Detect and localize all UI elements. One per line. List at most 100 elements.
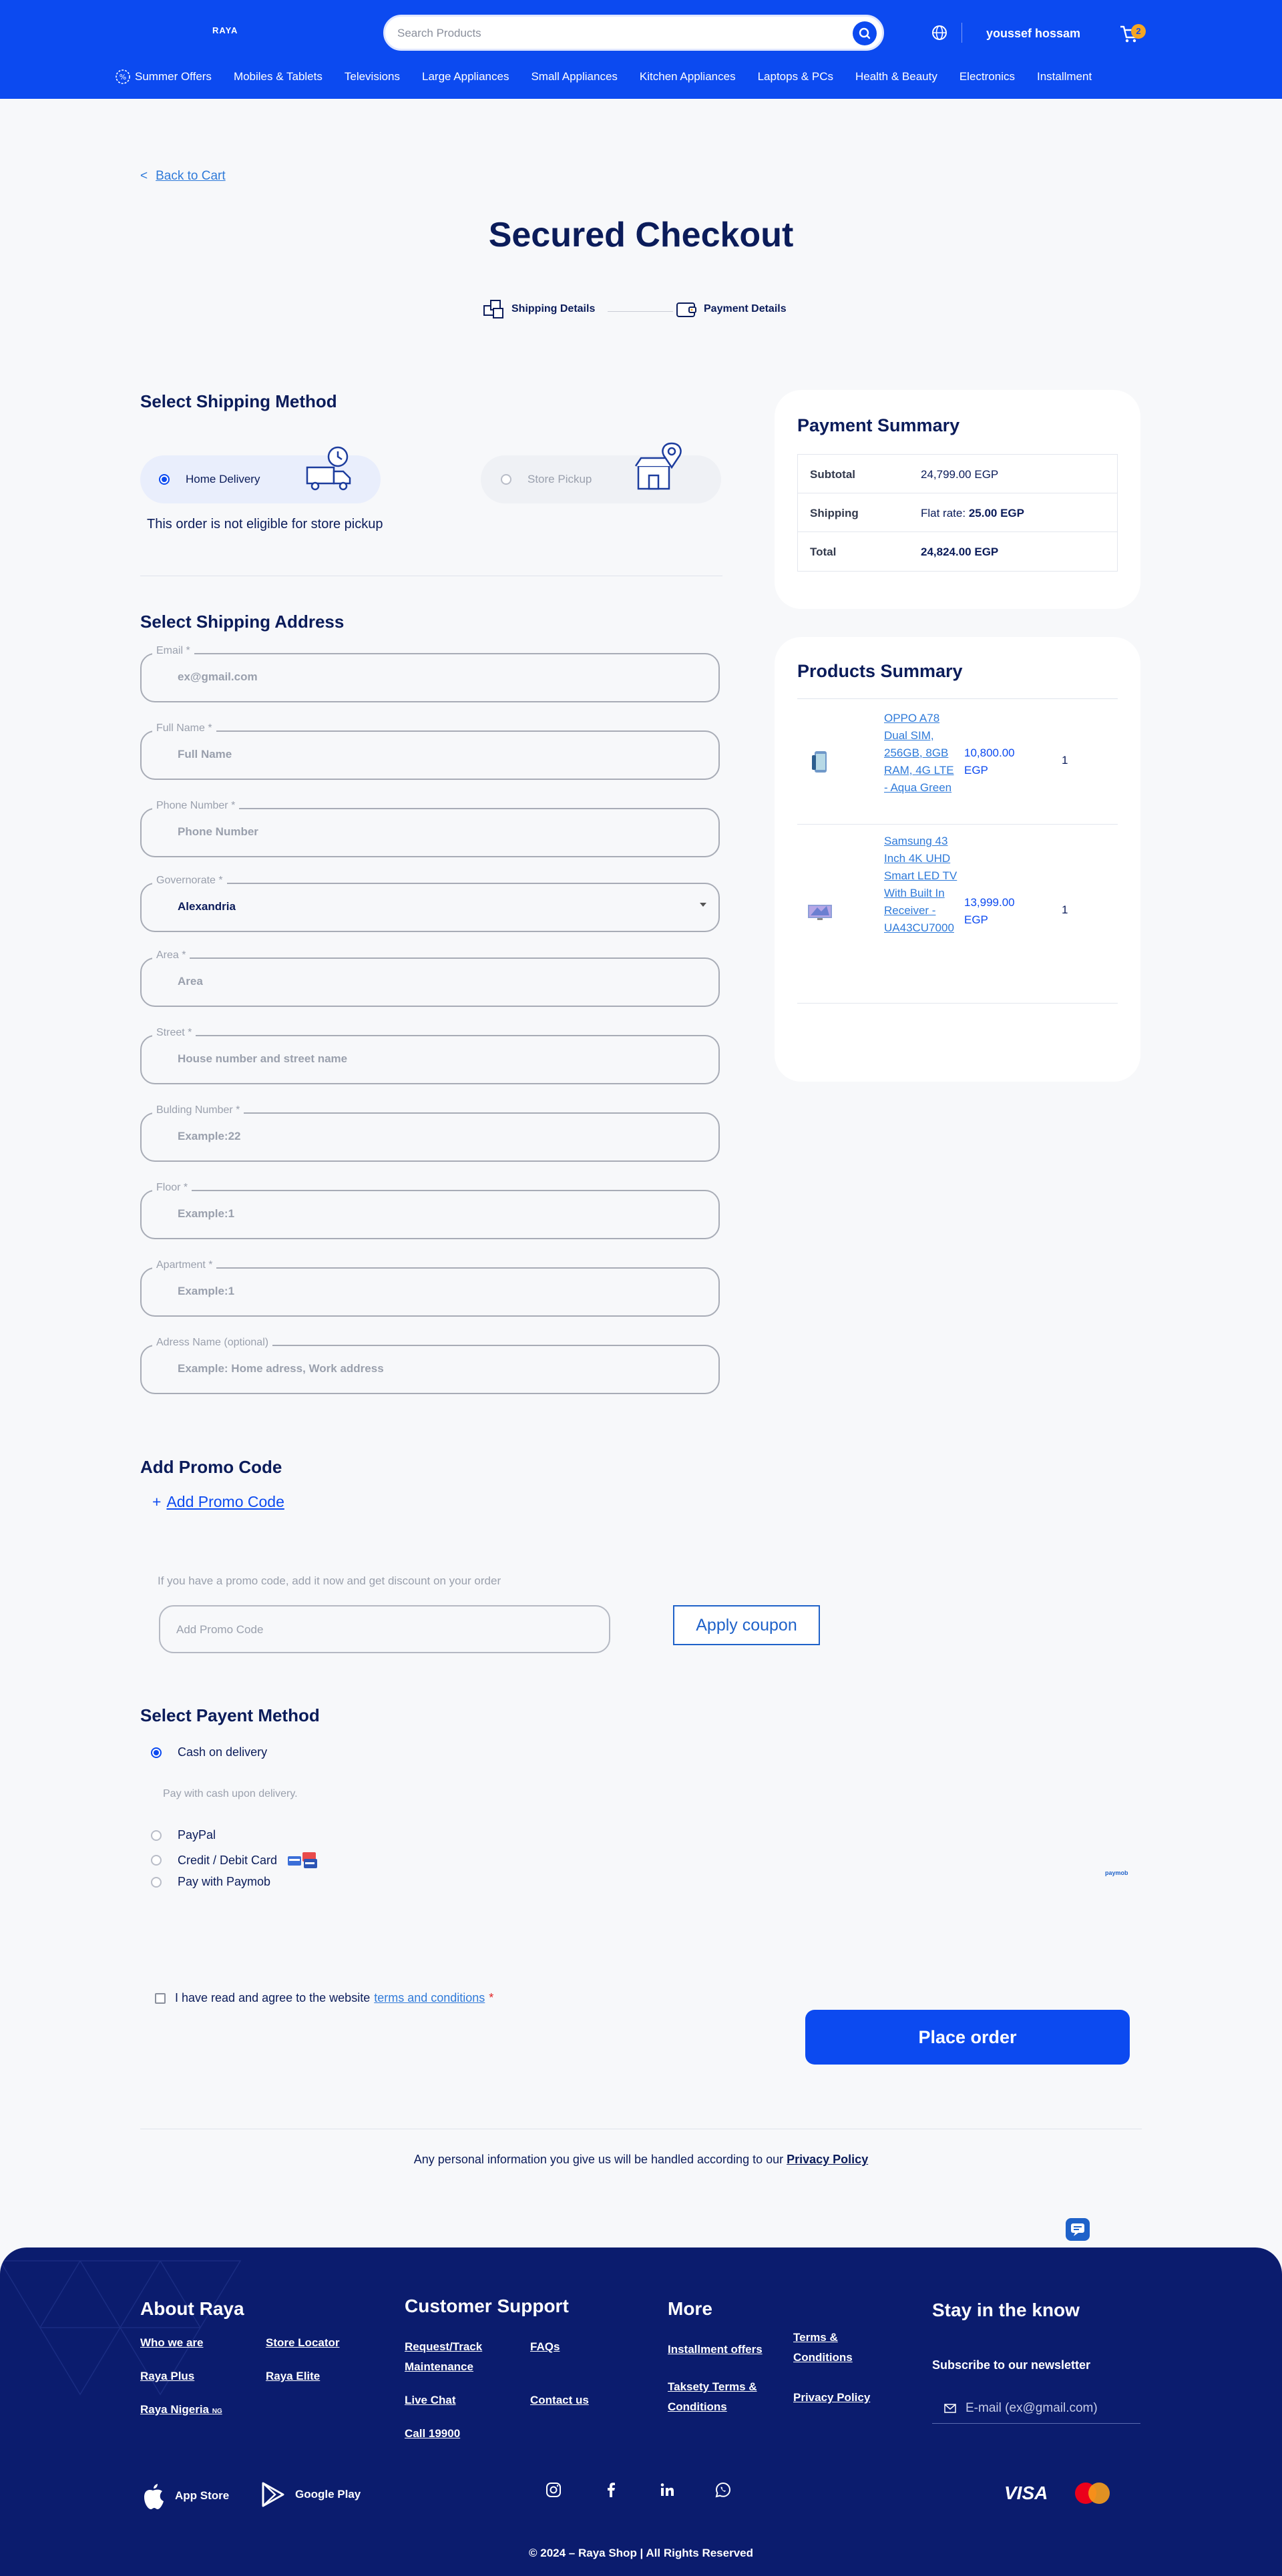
governorate-value: Alexandria: [178, 900, 236, 913]
area-input[interactable]: [140, 957, 720, 1007]
instagram-icon[interactable]: [545, 2481, 562, 2499]
full-name-placeholder: Full Name: [178, 748, 232, 761]
full-name-field: Full Name * Full Name: [140, 722, 720, 780]
svg-text:%: %: [120, 73, 126, 81]
street-field: Street * House number and street name: [140, 1027, 720, 1084]
whatsapp-icon[interactable]: [714, 2481, 732, 2499]
floor-placeholder: Example:1: [178, 1207, 235, 1220]
apply-coupon-button[interactable]: Apply coupon: [673, 1605, 820, 1645]
footer-privacy-policy-link[interactable]: Privacy Policy: [793, 2388, 870, 2408]
contact-us-link[interactable]: Contact us: [530, 2390, 589, 2410]
faqs-link[interactable]: FAQs: [530, 2337, 560, 2357]
paypal-radio[interactable]: [151, 1830, 162, 1841]
chevron-left-icon: <: [140, 169, 148, 183]
globe-icon[interactable]: [931, 24, 948, 41]
nav-installment[interactable]: Installment: [1037, 70, 1092, 83]
place-order-button[interactable]: Place order: [805, 2010, 1130, 2065]
linkedin-icon[interactable]: [658, 2481, 676, 2499]
floor-label: Floor *: [152, 1182, 192, 1194]
cash-on-delivery-option[interactable]: Cash on delivery: [151, 1745, 267, 1759]
add-promo-code-link[interactable]: + Add Promo Code: [152, 1493, 284, 1511]
paymob-option[interactable]: Pay with Paymob: [151, 1875, 270, 1889]
nav-label: Summer Offers: [135, 70, 212, 83]
newsletter-email-input[interactable]: [966, 2400, 1126, 2417]
building-number-placeholder: Example:22: [178, 1130, 241, 1142]
product-qty: 1: [1062, 754, 1068, 767]
about-raya-title: About Raya: [140, 2298, 244, 2319]
raya-elite-link[interactable]: Raya Elite: [266, 2366, 320, 2386]
search-input[interactable]: [397, 25, 825, 42]
privacy-notice: Any personal information you give us wil…: [0, 2153, 1282, 2167]
home-delivery-option[interactable]: Home Delivery: [140, 446, 381, 503]
apartment-field: Apartment * Example:1: [140, 1259, 720, 1317]
store-pickup-radio[interactable]: [501, 474, 511, 485]
live-chat-link[interactable]: Live Chat: [405, 2390, 456, 2410]
facebook-icon[interactable]: [602, 2481, 620, 2499]
promo-code-input[interactable]: [176, 1621, 577, 1639]
chat-icon: [1071, 2223, 1084, 2236]
product-image-tv[interactable]: [807, 898, 833, 925]
product-name-link[interactable]: Samsung 43 Inch 4K UHD Smart LED TV With…: [884, 833, 957, 937]
payment-summary-title: Payment Summary: [797, 415, 960, 435]
home-delivery-radio[interactable]: [159, 474, 170, 485]
nav-summer-offers[interactable]: % Summer Offers: [115, 69, 212, 85]
apartment-label: Apartment *: [152, 1259, 217, 1271]
nav-mobiles-tablets[interactable]: Mobiles & Tablets: [234, 70, 323, 83]
taksety-terms-link[interactable]: Taksety Terms & Conditions: [668, 2377, 775, 2417]
page-title: Secured Checkout: [488, 216, 794, 254]
area-placeholder: Area: [178, 975, 203, 988]
nav-large-appliances[interactable]: Large Appliances: [422, 70, 509, 83]
product-image-phone[interactable]: [807, 748, 833, 775]
product-name-link[interactable]: OPPO A78 Dual SIM, 256GB, 8GB RAM, 4G LT…: [884, 710, 957, 797]
paymob-radio[interactable]: [151, 1876, 162, 1888]
request-maintenance-link[interactable]: Request/Track Maintenance: [405, 2337, 505, 2377]
nav-electronics[interactable]: Electronics: [959, 70, 1015, 83]
shipping-amount: 25.00 EGP: [968, 507, 1024, 519]
required-marker: *: [489, 1991, 494, 2004]
percent-badge-icon: %: [116, 69, 130, 84]
step-payment-details: Payment Details: [674, 298, 787, 320]
nav-kitchen-appliances[interactable]: Kitchen Appliances: [640, 70, 736, 83]
nav-small-appliances[interactable]: Small Appliances: [531, 70, 617, 83]
search-button[interactable]: [853, 21, 877, 45]
raya-plus-link[interactable]: Raya Plus: [140, 2366, 194, 2386]
raya-nigeria-link[interactable]: Raya Nigeria NG: [140, 2400, 222, 2422]
credit-card-radio[interactable]: [151, 1855, 162, 1866]
paymob-logo: paymob: [1105, 1870, 1128, 1876]
search-bar: [383, 15, 884, 51]
store-pickup-option[interactable]: Store Pickup: [481, 442, 721, 503]
paypal-option[interactable]: PayPal: [151, 1828, 216, 1842]
credit-card-option[interactable]: Credit / Debit Card: [151, 1851, 318, 1870]
area-label: Area *: [152, 949, 190, 961]
nav-laptops-pcs[interactable]: Laptops & PCs: [758, 70, 833, 83]
who-we-are-link[interactable]: Who we are: [140, 2333, 203, 2353]
raya-logo[interactable]: RAYA: [212, 25, 238, 35]
chat-widget-button[interactable]: [1066, 2218, 1090, 2241]
back-to-cart-link[interactable]: < Back to Cart: [140, 169, 226, 184]
user-menu[interactable]: youssef hossam: [986, 27, 1080, 41]
product-row: OPPO A78 Dual SIM, 256GB, 8GB RAM, 4G LT…: [797, 699, 1118, 825]
cash-on-delivery-label: Cash on delivery: [178, 1745, 268, 1759]
terms-checkbox[interactable]: [155, 1992, 166, 2004]
google-play-label: Google Play: [295, 2488, 361, 2501]
cash-on-delivery-radio[interactable]: [151, 1747, 162, 1758]
address-name-placeholder: Example: Home adress, Work address: [178, 1362, 384, 1375]
nav-health-beauty[interactable]: Health & Beauty: [855, 70, 937, 83]
wallet-icon: [676, 302, 696, 317]
copyright-text: © 2024 – Raya Shop | All Rights Reserved: [529, 2547, 753, 2559]
nav-televisions[interactable]: Televisions: [345, 70, 400, 83]
privacy-policy-link[interactable]: Privacy Policy: [787, 2153, 868, 2166]
terms-link[interactable]: terms and conditions: [374, 1991, 485, 2005]
app-store-link[interactable]: App Store: [140, 2481, 229, 2511]
call-link[interactable]: Call 19900: [405, 2424, 460, 2444]
installment-offers-link[interactable]: Installment offers: [668, 2340, 763, 2360]
google-play-link[interactable]: Google Play: [260, 2481, 361, 2508]
product-qty: 1: [1062, 903, 1068, 916]
shipping-row: Shipping Flat rate: 25.00 EGP: [798, 493, 1117, 532]
subtotal-value: 24,799.00 EGP: [921, 468, 999, 481]
terms-conditions-link[interactable]: Terms & Conditions: [793, 2328, 873, 2368]
apartment-placeholder: Example:1: [178, 1285, 235, 1297]
store-locator-link[interactable]: Store Locator: [266, 2333, 340, 2353]
newsletter-email-field: [932, 2394, 1140, 2424]
building-number-field: Bulding Number * Example:22: [140, 1104, 720, 1162]
